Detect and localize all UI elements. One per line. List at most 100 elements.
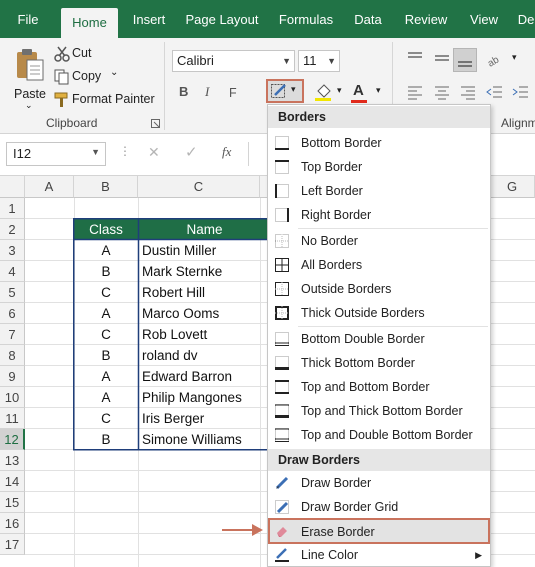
top-border-icon [275, 160, 289, 174]
align-bottom-button[interactable] [453, 48, 477, 72]
align-middle-icon[interactable] [433, 50, 451, 66]
row-header[interactable]: 11 [0, 408, 25, 429]
row-header[interactable]: 17 [0, 534, 25, 555]
column-header-a[interactable]: A [25, 176, 74, 198]
submenu-arrow-icon: ▶ [475, 550, 482, 560]
italic-button[interactable]: I [205, 84, 209, 100]
eraser-icon [277, 527, 287, 537]
menu-item-label: Outside Borders [301, 282, 392, 296]
more-options-icon[interactable]: ⋮ [119, 144, 131, 158]
menu-item-right-border[interactable]: Right Border [268, 203, 490, 227]
menu-item-bottom-double-border[interactable]: Bottom Double Border [268, 327, 490, 351]
menu-section-draw-borders: Draw Borders [268, 449, 490, 471]
thick-outside-borders-icon [275, 306, 289, 320]
insert-function-icon[interactable]: fx [222, 144, 231, 160]
align-left-icon[interactable] [406, 84, 424, 100]
enter-icon[interactable]: ✓ [185, 143, 198, 161]
no-border-icon [275, 234, 289, 248]
dialog-launcher-icon[interactable] [151, 119, 160, 128]
menu-item-outside-borders[interactable]: Outside Borders [268, 277, 490, 301]
menu-item-thick-outside-borders[interactable]: Thick Outside Borders [268, 301, 490, 325]
row-header[interactable]: 16 [0, 513, 25, 534]
align-top-icon[interactable] [406, 50, 424, 66]
tab-review[interactable]: Review [398, 0, 454, 38]
format-painter-button[interactable]: Format Painter [52, 90, 162, 110]
font-size-combo[interactable]: 11 ▼ [298, 50, 340, 72]
row-header[interactable]: 3 [0, 240, 25, 261]
tab-formulas[interactable]: Formulas [272, 0, 340, 38]
align-bottom-icon [458, 61, 472, 67]
select-all-corner[interactable] [0, 176, 25, 198]
decrease-indent-icon[interactable] [486, 84, 504, 100]
menu-item-label: Right Border [301, 208, 372, 222]
chevron-down-icon: ▼ [91, 147, 100, 157]
paste-button[interactable]: Paste ⌄ [10, 44, 50, 110]
tab-page-layout[interactable]: Page Layout [180, 0, 264, 38]
top-and-double-bottom-border-icon [275, 428, 289, 442]
chevron-down-icon[interactable]: ⌄ [110, 67, 118, 78]
all-borders-icon [275, 258, 289, 272]
row-header-selected[interactable]: 12 [0, 429, 25, 450]
increase-indent-icon[interactable] [512, 84, 530, 100]
row-header[interactable]: 13 [0, 450, 25, 471]
ribbon-tab-bar: File Home Insert Page Layout Formulas Da… [0, 0, 535, 38]
draw-border-pencil-icon [275, 476, 289, 490]
orientation-icon[interactable]: ab [486, 50, 506, 68]
column-header-c[interactable]: C [138, 176, 260, 198]
menu-item-label: Erase Border [301, 525, 375, 539]
menu-item-bottom-border[interactable]: Bottom Border [268, 131, 490, 155]
row-header[interactable]: 5 [0, 282, 25, 303]
column-header-b[interactable]: B [74, 176, 138, 198]
tab-file[interactable]: File [8, 0, 48, 38]
menu-item-top-and-double-bottom-border[interactable]: Top and Double Bottom Border [268, 423, 490, 447]
row-header[interactable]: 14 [0, 471, 25, 492]
cut-button[interactable]: Cut [52, 44, 132, 64]
row-header[interactable]: 2 [0, 219, 25, 240]
row-header[interactable]: 1 [0, 198, 25, 219]
left-border-icon [275, 184, 289, 198]
row-header[interactable]: 8 [0, 345, 25, 366]
row-header[interactable]: 9 [0, 366, 25, 387]
tab-insert[interactable]: Insert [125, 0, 173, 38]
menu-item-draw-border[interactable]: Draw Border [268, 471, 490, 495]
menu-item-line-color[interactable]: Line Color ▶ [268, 543, 490, 567]
copy-button[interactable]: Copy ⌄ [52, 67, 132, 87]
align-right-icon[interactable] [459, 84, 477, 100]
paintbrush-icon [54, 92, 68, 107]
copy-label: Copy [72, 69, 102, 83]
borders-button[interactable]: ▾ [266, 79, 304, 103]
cancel-icon[interactable]: ✕ [148, 144, 160, 161]
menu-item-label: Line Color [301, 548, 358, 562]
bold-button[interactable]: B [179, 84, 188, 99]
menu-item-left-border[interactable]: Left Border [268, 179, 490, 203]
row-header[interactable]: 4 [0, 261, 25, 282]
font-color-icon[interactable]: A [353, 82, 364, 99]
chevron-down-icon[interactable]: ▾ [337, 85, 342, 96]
menu-item-top-border[interactable]: Top Border [268, 155, 490, 179]
fill-color-icon[interactable] [314, 82, 334, 102]
menu-item-erase-border[interactable]: Erase Border [268, 518, 490, 544]
font-name-combo[interactable]: Calibri ▼ [172, 50, 295, 72]
menu-item-draw-border-grid[interactable]: Draw Border Grid [268, 495, 490, 519]
tab-developer[interactable]: De [514, 0, 535, 38]
name-box[interactable]: I12 ▼ [6, 142, 106, 166]
menu-item-no-border[interactable]: No Border [268, 229, 490, 253]
row-header[interactable]: 6 [0, 303, 25, 324]
menu-item-top-and-bottom-border[interactable]: Top and Bottom Border [268, 375, 490, 399]
tab-home[interactable]: Home [61, 8, 118, 38]
tab-view[interactable]: View [463, 0, 505, 38]
row-header[interactable]: 7 [0, 324, 25, 345]
chevron-down-icon[interactable]: ▾ [376, 85, 381, 96]
tab-data[interactable]: Data [348, 0, 388, 38]
chevron-down-icon[interactable]: ⌄ [25, 100, 33, 111]
menu-item-top-and-thick-bottom-border[interactable]: Top and Thick Bottom Border [268, 399, 490, 423]
line-color-icon [275, 548, 289, 562]
menu-item-thick-bottom-border[interactable]: Thick Bottom Border [268, 351, 490, 375]
align-center-icon[interactable] [433, 84, 451, 100]
column-header-g[interactable]: G [490, 176, 535, 198]
chevron-down-icon[interactable]: ▾ [512, 52, 517, 63]
row-header[interactable]: 10 [0, 387, 25, 408]
outside-borders-icon [275, 282, 289, 296]
menu-item-all-borders[interactable]: All Borders [268, 253, 490, 277]
row-header[interactable]: 15 [0, 492, 25, 513]
